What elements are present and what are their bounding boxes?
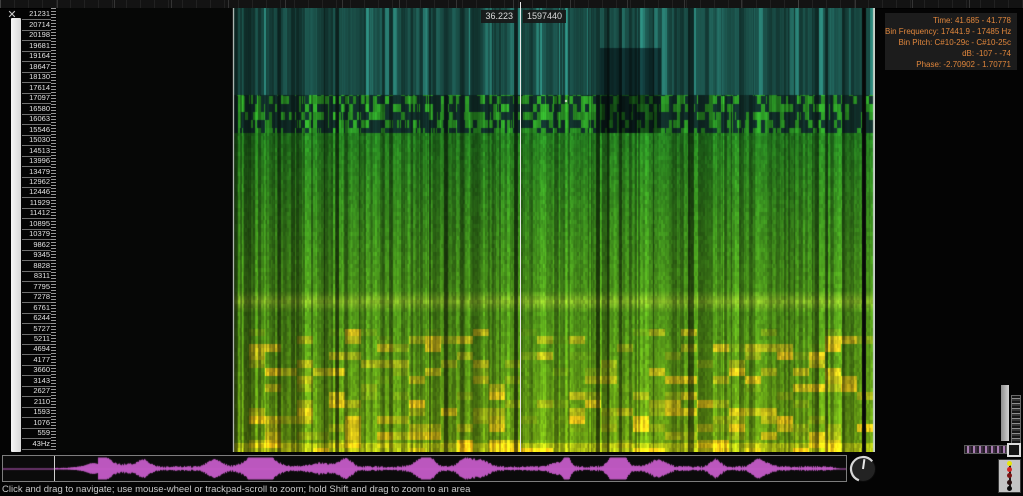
cursor-sample-label: 1597440 [523,10,566,23]
freq-label: 4177 [22,355,51,365]
freq-label: 12962 [22,178,51,188]
cursor-time-label: 36.223 [481,10,517,23]
spectrogram-canvas[interactable] [57,8,875,452]
readout-row: dB: -107 - -74 [885,48,1011,59]
frequency-scrollbar[interactable] [11,18,21,452]
legend-dot [1007,486,1012,491]
freq-label: 11412 [22,209,51,219]
freq-label: 15546 [22,125,51,135]
freq-label: 43Hz [22,439,51,449]
freq-label: 13996 [22,157,51,167]
legend-dot [1007,461,1012,466]
freq-label: 18130 [22,73,51,83]
freq-label: 2627 [22,387,51,397]
freq-label: 8828 [22,261,51,271]
freq-label: 2110 [22,397,51,407]
freq-label: 1593 [22,408,51,418]
freq-label: 3660 [22,366,51,376]
freq-label: 17097 [22,94,51,104]
freq-label: 10379 [22,230,51,240]
status-bar: Click and drag to navigate; use mouse-wh… [2,484,1002,496]
readout-row: Time: 41.685 - 41.778 [885,15,1011,26]
freq-label: 5211 [22,335,51,345]
spectrogram-app: ✕ 21231207142019819681191641864718130176… [0,0,1023,496]
vertical-zoom-slider[interactable] [1011,395,1021,449]
readout-row: Phase: -2.70902 - 1.70771 [885,59,1011,70]
legend-dot [1007,473,1012,478]
horizontal-zoom-slider[interactable] [964,445,1007,454]
freq-label: 6761 [22,303,51,313]
waveform-overview[interactable] [2,455,847,482]
freq-label: 9862 [22,240,51,250]
readout-row: Bin Frequency: 17441.9 - 17485 Hz [885,26,1011,37]
freq-label: 16063 [22,115,51,125]
zoom-knob[interactable] [849,455,877,483]
freq-label: 10895 [22,219,51,229]
waveform-canvas[interactable] [3,456,846,481]
freq-label: 6244 [22,314,51,324]
freq-label: 18647 [22,62,51,72]
freq-label: 19164 [22,52,51,62]
freq-label: 8311 [22,272,51,282]
freq-label: 4694 [22,345,51,355]
freq-label: 13479 [22,167,51,177]
zoom-reset-box[interactable] [1007,443,1021,457]
spectrogram-view[interactable] [57,8,875,452]
frequency-axis: 2123120714201981968119164186471813017614… [22,10,51,450]
freq-label: 3143 [22,376,51,386]
freq-label: 20714 [22,20,51,30]
freq-label: 19681 [22,41,51,51]
overview-start-marker[interactable] [54,456,55,481]
freq-label: 12446 [22,188,51,198]
knob-icon [849,455,877,483]
freq-label: 14513 [22,146,51,156]
freq-label: 7278 [22,293,51,303]
freq-label: 5727 [22,324,51,334]
freq-label: 559 [22,429,51,439]
freq-label: 7795 [22,282,51,292]
freq-label: 17614 [22,83,51,93]
frequency-tick-ruler [51,8,56,452]
freq-label: 9345 [22,251,51,261]
legend-dot [1007,480,1012,485]
freq-label: 16580 [22,104,51,114]
freq-label: 20198 [22,31,51,41]
legend-dot [1007,467,1012,472]
readout-row: Bin Pitch: C#10-29c - C#10-25c [885,37,1011,48]
freq-label: 11929 [22,198,51,208]
playhead-cursor[interactable] [520,2,521,452]
freq-label: 15030 [22,136,51,146]
freq-label: 21231 [22,10,51,20]
vertical-zoom-track[interactable] [1001,385,1009,441]
freq-label: 1076 [22,418,51,428]
readout-panel: Time: 41.685 - 41.778Bin Frequency: 1744… [885,13,1017,70]
